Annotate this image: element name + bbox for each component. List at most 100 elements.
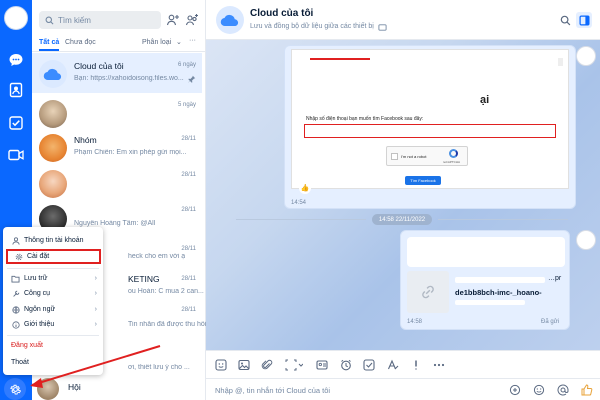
edit-icon[interactable]	[378, 23, 387, 32]
attachment-icon[interactable]	[260, 358, 274, 372]
classify-dropdown[interactable]: Phân loại	[142, 39, 171, 46]
sidebar-toggle-icon[interactable]	[576, 12, 592, 28]
menu-item-settings[interactable]: Cài đặt	[6, 249, 101, 264]
search-input[interactable]: Tìm kiếm	[39, 11, 161, 29]
message-area: ại Nhập số điện thoại bạn muốn tìm Faceb…	[206, 40, 600, 350]
user-icon	[11, 236, 20, 245]
video-call-icon[interactable]	[6, 145, 26, 165]
message-time: 14:54	[291, 200, 307, 206]
gear-icon	[14, 252, 23, 261]
message-bubble[interactable]: ại Nhập số điện thoại bạn muốn tìm Faceb…	[284, 45, 576, 209]
urgent-icon[interactable]	[409, 358, 423, 372]
link-preview-redacted	[407, 237, 565, 267]
scroll-stub	[558, 58, 563, 66]
divider	[32, 51, 206, 52]
chat-title: Cloud của tôi	[250, 8, 314, 19]
menu-item-language[interactable]: Ngôn ngữ ›	[3, 302, 103, 317]
checkbox-icon	[391, 153, 398, 160]
conversation-tabs: Tất cả Chưa đọc Phân loại ⌄ ···	[39, 37, 199, 52]
link-title-redacted	[455, 277, 545, 283]
screenshot-icon[interactable]	[284, 358, 304, 372]
find-facebook-button: Tìm Facebook	[405, 176, 441, 185]
user-avatar[interactable]	[4, 6, 28, 30]
cloud-avatar-icon[interactable]	[216, 6, 244, 34]
business-card-icon[interactable]	[315, 358, 329, 372]
conversation-time: 28/11	[181, 307, 196, 313]
chevron-right-icon: ›	[94, 306, 97, 313]
contacts-icon[interactable]	[6, 80, 26, 100]
contact-avatar	[39, 170, 67, 198]
conversation-time: 28/11	[181, 172, 196, 178]
quick-reaction-icon[interactable]	[509, 384, 521, 396]
menu-item-tools[interactable]: Công cụ ›	[3, 286, 103, 301]
menu-item-label: Giới thiệu	[24, 321, 55, 328]
user-avatar[interactable]	[576, 46, 596, 66]
captcha-label: I'm not a robot	[401, 154, 427, 159]
settings-gear-icon[interactable]	[4, 378, 26, 400]
menu-item-storage[interactable]: Lưu trữ ›	[3, 271, 103, 286]
tab-all[interactable]: Tất cả	[39, 39, 59, 46]
conversation-time: 6 ngày	[177, 62, 196, 68]
conversation-time: 28/11	[181, 246, 196, 252]
link-url[interactable]: de1bb8bch-imc-_hoano-	[455, 288, 542, 297]
settings-menu: Thông tin tài khoản Cài đặt Lưu trữ › Cô…	[3, 227, 103, 375]
conversation-preview: Nguyễn Hoàng Tâm: @All	[74, 220, 156, 227]
like-icon[interactable]	[581, 384, 593, 396]
screenshot-prompt: Nhập số điện thoại bạn muốn tìm Facebook…	[306, 116, 424, 122]
image-icon[interactable]	[237, 358, 251, 372]
link-title-fragment: …pr	[548, 275, 562, 282]
image-attachment[interactable]: ại Nhập số điện thoại bạn muốn tìm Faceb…	[291, 49, 569, 189]
chat-icon[interactable]	[6, 50, 26, 70]
message-input-placeholder: Nhập @, tin nhắn tới Cloud của tôi	[215, 386, 331, 395]
more-options-icon[interactable]	[432, 358, 446, 372]
sticker-icon[interactable]	[214, 358, 228, 372]
conversation-row[interactable]: Nhóm Phạm Chiến: Em xin phép gửi mọi... …	[32, 127, 202, 167]
conversation-time: 28/11	[181, 276, 196, 282]
chat-header: Cloud của tôi Lưu và đồng bộ dữ liệu giữ…	[206, 0, 600, 40]
menu-item-account[interactable]: Thông tin tài khoản	[3, 233, 103, 248]
captcha-brand: reCAPTCHA	[443, 160, 461, 164]
link-icon	[407, 271, 449, 313]
reminder-clock-icon[interactable]	[339, 358, 353, 372]
task-icon[interactable]	[362, 358, 376, 372]
menu-item-quit[interactable]: Thoát	[3, 355, 103, 370]
format-text-icon[interactable]	[386, 358, 400, 372]
menu-item-label: Cài đặt	[27, 253, 50, 260]
add-friend-icon[interactable]	[166, 13, 180, 27]
emoji-icon[interactable]	[533, 384, 545, 396]
conversation-name: Nhóm	[74, 135, 97, 145]
chat-panel: Cloud của tôi Lưu và đồng bộ dữ liệu giữ…	[206, 0, 600, 400]
menu-item-about[interactable]: Giới thiệu ›	[3, 317, 103, 332]
conversation-row-partial[interactable]: KETING ou Hoàn: C mua 2 can... 28/11	[102, 266, 204, 306]
reaction-like-icon[interactable]: 👍	[299, 182, 311, 194]
message-input[interactable]: Nhập @, tin nhắn tới Cloud của tôi	[206, 378, 600, 400]
user-avatar[interactable]	[576, 230, 596, 250]
search-icon	[45, 16, 54, 24]
menu-item-logout[interactable]: Đăng xuất	[3, 338, 103, 353]
conversation-time: 5 ngày	[177, 102, 196, 108]
tab-unread[interactable]: Chưa đọc	[65, 39, 96, 46]
conversation-preview: heck cho em với ạ	[128, 253, 186, 260]
mention-icon[interactable]	[557, 384, 569, 396]
conversation-name: Hội	[68, 382, 81, 392]
more-icon[interactable]: ···	[189, 37, 196, 44]
conversation-row[interactable]: Hội	[32, 374, 202, 400]
message-time: 14:58	[407, 319, 423, 325]
conversation-row[interactable]: 28/11	[32, 163, 202, 203]
conversation-row-partial[interactable]: Tin nhắn đã được thu hồi 28/11	[102, 305, 206, 345]
pin-icon	[188, 75, 196, 83]
message-bubble-link[interactable]: …pr de1bb8bch-imc-_hoano- 14:58 Đã gửi	[400, 230, 570, 330]
todo-icon[interactable]	[6, 113, 26, 133]
menu-item-label: Lưu trữ	[24, 275, 48, 282]
search-placeholder: Tìm kiếm	[58, 15, 91, 25]
group-avatar	[37, 378, 59, 400]
search-icon[interactable]	[557, 12, 573, 28]
separator-line	[438, 219, 568, 220]
screenshot-heading: ại	[480, 94, 490, 106]
conversation-row-cloud[interactable]: Cloud của tôi Bạn: https://xahoidoisong.…	[32, 53, 202, 93]
menu-divider	[7, 268, 99, 269]
create-group-icon[interactable]	[185, 13, 199, 27]
link-desc-redacted	[455, 300, 525, 305]
recaptcha-box: I'm not a robot reCAPTCHA	[386, 146, 468, 166]
chat-subtitle: Lưu và đồng bộ dữ liệu giữa các thiết bị	[250, 23, 374, 30]
